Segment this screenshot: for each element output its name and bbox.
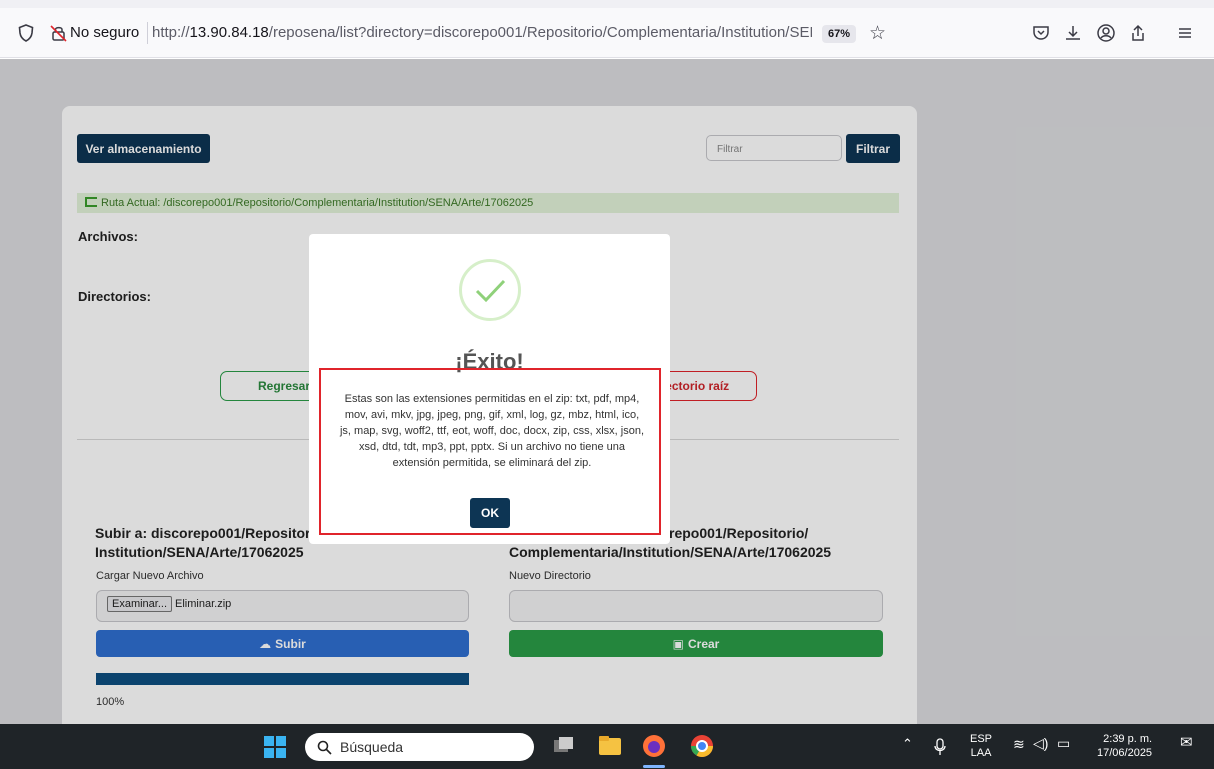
divider (147, 22, 148, 44)
success-dialog: ¡Éxito! Estas son las extensiones permit… (309, 234, 670, 544)
menu-icon[interactable] (1175, 23, 1195, 43)
tray-chevron-icon[interactable]: ⌃ (902, 737, 913, 751)
share-icon[interactable] (1128, 23, 1148, 43)
windows-start-icon[interactable] (263, 735, 287, 759)
volume-icon[interactable]: ◁) (1033, 736, 1048, 750)
search-icon (317, 740, 332, 755)
url-prefix: http:// (152, 24, 190, 41)
wifi-icon[interactable]: ≋ (1013, 737, 1025, 751)
success-check-icon (459, 259, 521, 321)
language-code: ESP (970, 733, 993, 745)
tab-strip (0, 0, 1214, 8)
shield-icon[interactable] (18, 24, 34, 42)
url-host: 13.90.84.18 (189, 24, 269, 41)
download-icon[interactable] (1063, 23, 1083, 43)
microphone-icon[interactable] (934, 738, 946, 756)
highlight-box: Estas son las extensiones permitidas en … (319, 368, 661, 535)
chrome-icon[interactable] (688, 732, 716, 760)
url-text[interactable]: http://13.90.84.18/reposena/list?directo… (152, 24, 812, 41)
notification-icon[interactable]: ✉ (1180, 735, 1193, 750)
firefox-icon[interactable] (640, 732, 668, 760)
search-label: Búsqueda (340, 739, 404, 755)
taskbar-search[interactable]: Búsqueda (305, 733, 534, 761)
clock[interactable]: 2:39 p. m. 17/06/2025 (1097, 732, 1152, 760)
pocket-icon[interactable] (1031, 23, 1051, 43)
active-app-indicator (643, 765, 665, 768)
bookmark-star-icon[interactable]: ☆ (869, 22, 886, 45)
language-layout: LAA (970, 747, 992, 759)
account-icon[interactable] (1096, 23, 1116, 43)
file-explorer-icon[interactable] (596, 732, 624, 760)
zoom-indicator[interactable]: 67% (822, 25, 857, 43)
insecure-lock-icon[interactable] (50, 24, 68, 42)
ok-button[interactable]: OK (470, 498, 510, 528)
page-content: Ver almacenamiento Filtrar Filtrar Ruta … (0, 59, 1214, 724)
taskbar: Búsqueda ⌃ ESP LAA ≋ ◁) ▭ 2:39 p. m. 17/… (0, 724, 1214, 769)
language-indicator[interactable]: ESP LAA (970, 732, 992, 760)
clock-date: 17/06/2025 (1097, 747, 1153, 759)
battery-icon[interactable]: ▭ (1057, 736, 1070, 750)
url-path: /reposena/list?directory=discorepo001/Re… (268, 24, 812, 41)
clock-time: 2:39 p. m. (1103, 733, 1153, 745)
security-label[interactable]: No seguro (70, 24, 139, 41)
address-bar[interactable]: No seguro http://13.90.84.18/reposena/li… (0, 8, 1214, 58)
task-view-icon[interactable] (550, 732, 578, 760)
dialog-message: Estas son las extensiones permitidas en … (339, 393, 645, 469)
